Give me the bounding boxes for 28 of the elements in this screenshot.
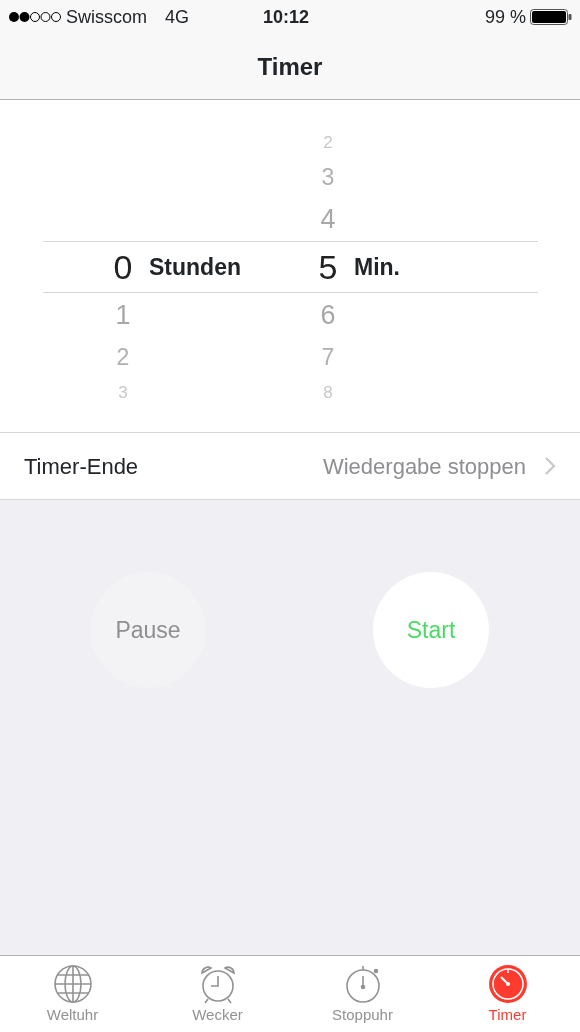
globe-icon	[52, 964, 93, 1004]
tab-item[interactable]: Weltuhr	[0, 956, 145, 1032]
start-button[interactable]: Start	[373, 572, 489, 688]
setting-value: Wiedergabe stoppen	[322, 452, 526, 481]
setting-label: Timer-Ende	[24, 452, 140, 481]
picker-option[interactable]: 3	[321, 163, 335, 190]
signal-icon	[8, 11, 62, 23]
tab-item[interactable]: Stoppuhr	[290, 956, 435, 1032]
picker-unit-label: Min.	[354, 253, 400, 280]
carrier-name: Swisscom	[66, 5, 147, 29]
status-time: 10:12	[261, 5, 310, 29]
picker-option[interactable]: 7	[321, 343, 335, 370]
screen-title: Timer	[257, 51, 323, 82]
picker-option[interactable]: 4	[320, 203, 336, 234]
timer-icon	[487, 964, 528, 1004]
picker-option[interactable]: 1	[115, 299, 131, 330]
battery-icon	[530, 9, 572, 25]
picker-unit-label: Stunden	[149, 253, 241, 280]
picker-option[interactable]: 2	[116, 343, 130, 370]
picker-value[interactable]: 0	[113, 248, 133, 286]
timer-end-row[interactable]: Timer-Ende Wiedergabe stoppen	[0, 432, 580, 500]
network-type: 4G	[165, 5, 190, 29]
picker-option[interactable]: 6	[320, 299, 336, 330]
tab-item[interactable]: Timer	[435, 956, 580, 1032]
chevron-icon	[544, 456, 556, 476]
picker-value[interactable]: 5	[318, 248, 338, 286]
battery-percent: 99 %	[484, 5, 526, 29]
tab-item[interactable]: Wecker	[145, 956, 290, 1032]
